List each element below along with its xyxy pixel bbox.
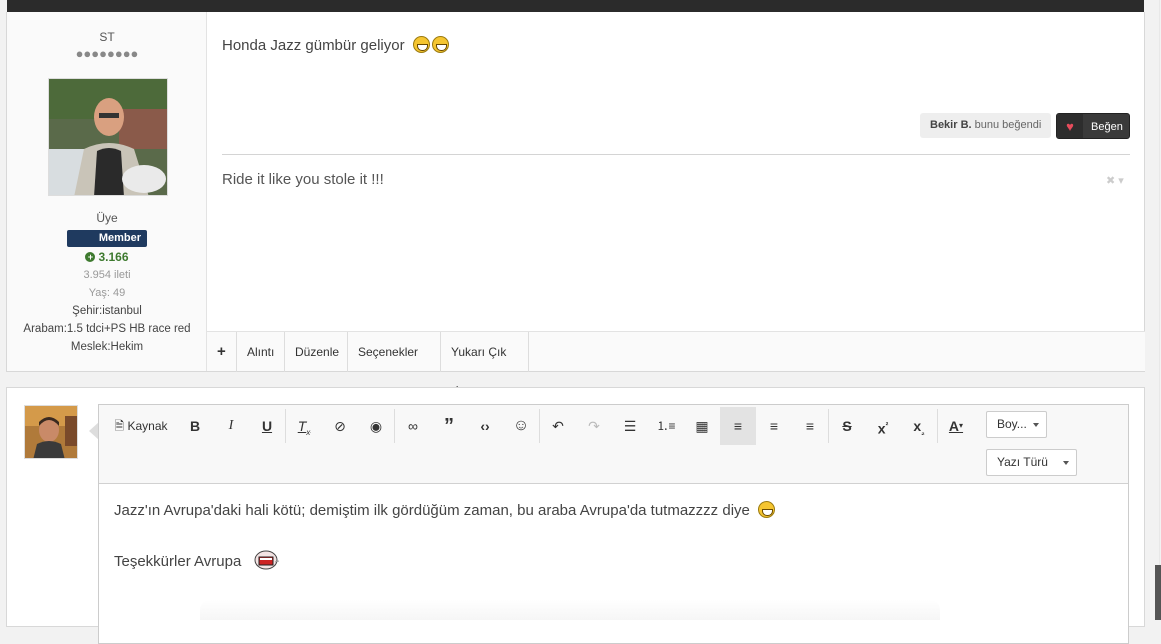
reputation: +3.166 xyxy=(7,250,207,264)
table-icon[interactable]: ▦ xyxy=(684,407,720,445)
source-icon: 🗎 xyxy=(114,419,125,433)
forum-post: ST ●●●●●●●● Üye Member +3.166 3.954 ilet… xyxy=(6,12,1145,399)
signature-divider xyxy=(222,154,1130,155)
quote-button[interactable]: Alıntı xyxy=(237,332,285,372)
user-info-panel: ST ●●●●●●●● Üye Member +3.166 3.954 ilet… xyxy=(7,12,207,371)
likers-suffix: bunu beğendi xyxy=(974,119,1042,131)
like-button[interactable]: ♥ Beğen xyxy=(1056,113,1130,139)
post-header-bar xyxy=(7,0,1144,12)
undo-icon[interactable]: ↶ xyxy=(540,407,576,445)
post-count: 3.954 ileti xyxy=(83,269,131,281)
grin-emoji-icon xyxy=(758,501,776,518)
size-dropdown[interactable]: Boy... xyxy=(986,411,1047,438)
member-badge: Member xyxy=(67,230,147,247)
font-dropdown[interactable]: Yazı Türü xyxy=(986,449,1077,476)
user-role: Üye xyxy=(96,211,118,225)
add-button[interactable]: + xyxy=(207,332,237,372)
editor-toolbar: 🗎 Kaynak B I U Tx ⊘ ◉ ∞ ” ‹› ☺ ↶ ↷ ☰ ⒈≡ … xyxy=(99,405,1128,484)
subscript-icon[interactable]: x₂ xyxy=(901,407,937,445)
smiley-icon[interactable]: ☺ xyxy=(503,407,539,445)
post-actions-bar: + Alıntı Düzenle Seçenekler ▼ Yukarı Çık… xyxy=(207,331,1145,399)
editor-line-text: Jazz'ın Avrupa'daki hali kötü; demiştim … xyxy=(114,502,750,519)
avatar[interactable] xyxy=(24,405,78,459)
grin-emoji-icon xyxy=(431,36,449,53)
heart-icon: ♥ xyxy=(1057,114,1083,138)
caret-down-icon xyxy=(1033,423,1039,427)
caret-down-icon xyxy=(1063,461,1069,465)
options-label: Seçenekler xyxy=(358,345,419,359)
editor-line[interactable]: Teşekkürler Avrupa xyxy=(114,550,280,574)
link-icon[interactable]: ∞ xyxy=(395,407,431,445)
user-car: Arabam:1.5 tdci+PS HB race red xyxy=(23,323,191,335)
text-color-icon[interactable]: A▾ xyxy=(938,407,974,445)
rank-dots: ●●●●●●●● xyxy=(75,46,139,61)
hide-icon[interactable]: ⊘ xyxy=(322,407,358,445)
signature-controls[interactable]: ✖ ▾ xyxy=(1106,174,1124,187)
grin-emoji-icon xyxy=(412,36,430,53)
strikethrough-icon[interactable]: S xyxy=(829,407,865,445)
signature: Ride it like you stole it !!! xyxy=(222,171,384,188)
like-button-label: Beğen xyxy=(1091,121,1123,133)
liker-name[interactable]: Bekir B. xyxy=(930,119,972,131)
laughing-emoji-icon xyxy=(253,550,280,574)
username[interactable]: ST xyxy=(7,30,207,44)
bulleted-list-icon[interactable]: ☰ xyxy=(612,407,648,445)
preview-icon[interactable]: ◉ xyxy=(358,407,394,445)
post-message: Honda Jazz gümbür geliyor xyxy=(222,36,449,54)
superscript-icon[interactable]: x² xyxy=(865,407,901,445)
italic-icon[interactable]: I xyxy=(213,407,249,445)
go-top-label: Yukarı Çık xyxy=(451,345,507,359)
user-age: Yaş: 49 xyxy=(88,287,126,299)
reply-box: 🗎 Kaynak B I U Tx ⊘ ◉ ∞ ” ‹› ☺ ↶ ↷ ☰ ⒈≡ … xyxy=(6,387,1145,644)
go-top-button[interactable]: Yukarı Çık 🡅 xyxy=(441,332,529,399)
edit-button[interactable]: Düzenle xyxy=(285,332,348,372)
page-right-border xyxy=(1159,0,1160,620)
code-icon[interactable]: ‹› xyxy=(467,407,503,445)
bold-icon[interactable]: B xyxy=(177,407,213,445)
user-city: Şehir:istanbul xyxy=(72,305,142,317)
likers-info: Bekir B. bunu beğendi xyxy=(920,113,1052,138)
user-job: Meslek:Hekim xyxy=(70,341,144,353)
align-right-icon[interactable]: ≡ xyxy=(792,407,828,445)
numbered-list-icon[interactable]: ⒈≡ xyxy=(648,407,684,445)
font-dropdown-label: Yazı Türü xyxy=(997,455,1048,469)
reputation-value: 3.166 xyxy=(98,250,129,264)
align-left-icon[interactable]: ≡ xyxy=(720,407,756,445)
source-button[interactable]: 🗎 Kaynak xyxy=(105,407,177,445)
quote-icon[interactable]: ” xyxy=(431,407,467,445)
align-center-icon[interactable]: ≡ xyxy=(756,407,792,445)
options-dropdown[interactable]: Seçenekler ▼ xyxy=(348,332,441,398)
source-label: Kaynak xyxy=(127,419,168,433)
remove-format-icon[interactable]: Tx xyxy=(286,407,322,445)
size-dropdown-label: Boy... xyxy=(997,417,1027,431)
editor-line[interactable]: Jazz'ın Avrupa'daki hali kötü; demiştim … xyxy=(114,501,776,519)
avatar[interactable] xyxy=(48,78,168,196)
notification-shadow xyxy=(200,600,940,620)
scrollbar[interactable] xyxy=(1155,565,1161,620)
post-message-text: Honda Jazz gümbür geliyor xyxy=(222,37,405,54)
underline-icon[interactable]: U xyxy=(249,407,285,445)
editor-line-text: Teşekkürler Avrupa xyxy=(114,553,242,570)
redo-icon[interactable]: ↷ xyxy=(576,407,612,445)
plus-circle-icon: + xyxy=(85,252,96,262)
